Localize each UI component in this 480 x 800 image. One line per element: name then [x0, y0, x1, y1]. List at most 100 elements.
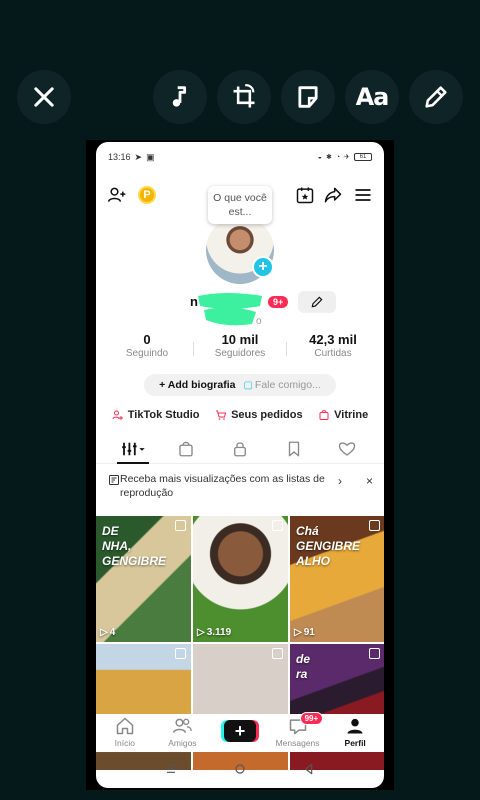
draw-button[interactable]: [409, 70, 463, 124]
notification-badge[interactable]: 9+: [268, 296, 289, 308]
nav-label: Início: [114, 738, 135, 748]
nav-label: Mensagens: [275, 738, 320, 748]
contact-prompt[interactable]: Fale comigo...: [255, 379, 321, 391]
nav-profile[interactable]: Perfil: [327, 716, 383, 748]
video-grid: DE NHA, GENGIBRE ▷ 4 ▷ 3.119 Chá GENGIBRE …: [96, 516, 384, 770]
play-icon: ▷: [197, 627, 205, 638]
bluetooth-icon: ✱: [326, 154, 332, 161]
profile-icon: [347, 718, 363, 734]
video-thumbnail[interactable]: DE NHA, GENGIBRE ▷ 4: [96, 516, 191, 642]
nav-label: Perfil: [344, 738, 366, 748]
chevron-right-icon[interactable]: ›: [338, 474, 342, 488]
airplane-icon: ✈: [344, 154, 350, 161]
nav-home[interactable]: Início: [97, 716, 153, 748]
tab-private[interactable]: [220, 434, 260, 463]
video-thumbnail[interactable]: Chá GENGIBRE ALHO ▷ 91: [290, 516, 384, 642]
link-label: TikTok Studio: [127, 409, 200, 421]
wifi-icon: ◔: [335, 153, 341, 161]
multi-image-icon: [272, 648, 283, 659]
view-count: ▷ 91: [294, 627, 315, 638]
menu-icon[interactable]: [352, 184, 374, 206]
nav-label: Amigos: [168, 738, 197, 748]
stat-label: Seguidores: [214, 348, 266, 359]
name-row: n 9+: [96, 290, 384, 326]
multi-image-icon: [175, 520, 186, 531]
link-label: Seus pedidos: [231, 409, 303, 421]
view-count-value: 91: [303, 627, 315, 638]
video-thumbnail[interactable]: ▷ 3.119: [193, 516, 288, 642]
tab-liked[interactable]: [327, 434, 367, 463]
status-time: 13:16: [108, 152, 131, 162]
tab-videos[interactable]: [113, 434, 153, 464]
add-story-button[interactable]: +: [252, 256, 274, 278]
playlist-icon: [109, 475, 119, 485]
home-circle-icon[interactable]: [232, 761, 248, 777]
share-icon[interactable]: [322, 184, 344, 206]
nav-friends[interactable]: Amigos: [154, 716, 210, 748]
bio-row[interactable]: + Add biografia ▢ Fale comigo...: [144, 374, 336, 396]
home-icon: [116, 717, 134, 735]
add-bio-button[interactable]: + Add biografia: [159, 379, 235, 391]
close-icon: [34, 87, 54, 107]
tab-saved[interactable]: [274, 434, 314, 463]
video-title: DE NHA, GENGIBRE: [102, 524, 167, 568]
profile-stats: 0 Seguindo 10 mil Seguidores 42,3 mil Cu…: [96, 332, 384, 368]
pencil-icon: [425, 86, 447, 108]
nav-create[interactable]: +: [212, 716, 268, 742]
nav-inbox[interactable]: 99+ Mensagens: [270, 712, 326, 748]
lock-icon: [234, 441, 246, 456]
music-button[interactable]: [153, 70, 207, 124]
edit-profile-button[interactable]: [298, 291, 336, 313]
video-title: Chá GENGIBRE ALHO: [296, 524, 361, 568]
stat-value: 10 mil: [221, 332, 259, 347]
orders-link[interactable]: Seus pedidos: [215, 406, 303, 424]
phone-screenshot[interactable]: 13:16 ➤ ▣ ◒ ✱ ◔ ✈ 61 P + O que você est.…: [96, 142, 384, 788]
calendar-star-icon[interactable]: [294, 184, 316, 206]
crop-rotate-icon: [233, 84, 255, 108]
view-count-value: 4: [109, 627, 116, 638]
system-nav: [96, 754, 384, 784]
recents-icon[interactable]: [163, 761, 179, 777]
music-note-icon: [172, 86, 187, 107]
showcase-link[interactable]: Vitrine: [318, 406, 368, 424]
studio-icon: [112, 410, 123, 420]
profile-handle: o: [256, 316, 262, 327]
stat-followers[interactable]: 10 mil Seguidores: [194, 332, 286, 368]
coin-icon[interactable]: P: [136, 184, 158, 206]
bag-icon: [319, 410, 329, 420]
create-button[interactable]: +: [223, 720, 256, 742]
view-count: ▷ 3.119: [197, 627, 231, 638]
stat-value: 42,3 mil: [309, 332, 357, 347]
name-redaction-scribble: [198, 293, 262, 326]
play-icon: ▷: [294, 627, 302, 638]
stat-following[interactable]: 0 Seguindo: [101, 332, 193, 368]
add-friend-icon[interactable]: [106, 184, 128, 206]
playlist-banner[interactable]: Receba mais visualizações com as listas …: [104, 472, 376, 510]
content-tabs: [96, 434, 384, 464]
stat-value: 0: [143, 332, 151, 347]
friends-icon: [173, 718, 193, 733]
videos-grid-icon: [121, 442, 145, 455]
pencil-icon: [311, 296, 323, 308]
play-icon: ▷: [100, 627, 108, 638]
tab-shop[interactable]: [166, 434, 206, 463]
tiktok-studio-link[interactable]: TikTok Studio: [112, 406, 200, 424]
close-button[interactable]: [17, 70, 71, 124]
text-button[interactable]: Aa: [345, 70, 399, 124]
stat-likes[interactable]: 42,3 mil Curtidas: [287, 332, 379, 368]
view-count-value: 3.119: [206, 627, 232, 638]
chat-icon: ▢: [243, 379, 253, 391]
sticker-icon: [298, 86, 318, 108]
sticker-button[interactable]: [281, 70, 335, 124]
bookmark-icon: [288, 441, 299, 456]
telegram-icon: ➤: [134, 151, 143, 162]
crop-button[interactable]: [217, 70, 271, 124]
status-bubble[interactable]: O que você est...: [208, 186, 272, 224]
message-badge: 99+: [299, 712, 324, 725]
close-icon[interactable]: ×: [366, 474, 373, 488]
link-label: Vitrine: [334, 409, 369, 421]
multi-image-icon: [369, 648, 380, 659]
text-tool-label: Aa: [355, 83, 390, 111]
battery-icon: 61: [354, 153, 372, 161]
back-icon[interactable]: [301, 761, 317, 777]
